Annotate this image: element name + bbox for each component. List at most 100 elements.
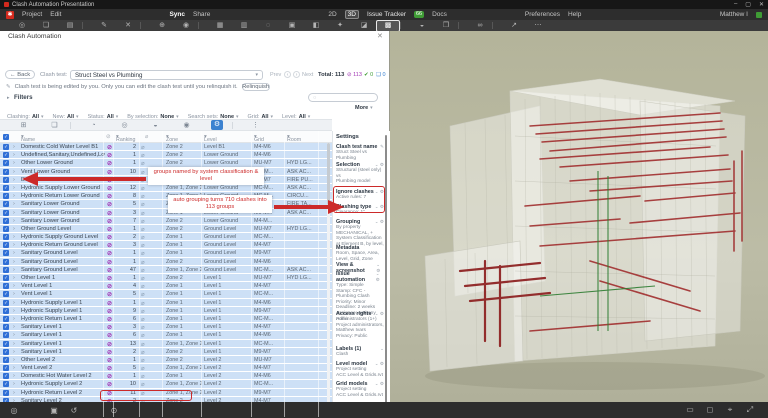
assignee-avatar-icon[interactable]: ⌀ (141, 218, 145, 225)
clash-status-icon[interactable]: ⊘ (107, 242, 112, 249)
clash-automation-icon[interactable]: ▩ (376, 20, 400, 32)
assignee-avatar-icon[interactable]: ⌀ (141, 283, 145, 290)
assignee-avatar-icon[interactable]: ⌀ (141, 373, 145, 380)
maximize-button[interactable]: ▢ (745, 1, 751, 8)
row-checkbox[interactable]: ✓ (3, 169, 9, 175)
tab-issue-tracker[interactable]: Issue Tracker (367, 11, 406, 18)
row-checkbox[interactable]: ✓ (3, 373, 9, 379)
assignee-avatar-icon[interactable]: ⌀ (141, 152, 145, 159)
row-checkbox[interactable]: ✓ (3, 193, 9, 199)
markup-icon[interactable]: ✎ (92, 21, 116, 31)
divider[interactable] (198, 22, 208, 29)
assignee-avatar-icon[interactable]: ⌀ (141, 275, 145, 282)
row-checkbox[interactable]: ✓ (3, 308, 9, 314)
row-checkbox[interactable]: ✓ (3, 349, 9, 355)
row-checkbox[interactable]: ✓ (3, 218, 9, 224)
filters-collapse-icon[interactable]: ▸ (7, 95, 10, 101)
clash-status-icon[interactable]: ⊘ (107, 365, 112, 372)
assignee-avatar-icon[interactable]: ⌀ (141, 381, 145, 388)
assignee-avatar-icon[interactable]: ⌀ (141, 316, 145, 323)
table-row[interactable]: ✓ › Sanitary Level 1 ⊘ 3 ⌀ Zone 1 Level … (0, 323, 332, 331)
assignee-avatar-icon[interactable]: ⌀ (141, 169, 145, 176)
row-checkbox[interactable]: ✓ (3, 267, 9, 273)
row-checkbox[interactable]: ✓ (3, 144, 9, 150)
assignee-avatar-icon[interactable]: ⌀ (141, 308, 145, 315)
export-report-icon[interactable]: ◎ (109, 121, 140, 129)
table-row[interactable]: ✓ › Hydronic Supply Level 2 ⊘ 10 ⌀ Zone … (0, 380, 332, 388)
assign-icon[interactable]: ◔ (78, 122, 109, 129)
row-expand-icon[interactable]: › (13, 259, 15, 265)
minimize-button[interactable]: – (734, 1, 737, 8)
row-expand-icon[interactable]: › (13, 381, 15, 387)
row-checkbox[interactable]: ✓ (3, 201, 9, 207)
table-row[interactable]: ✓ › Hydronic Supply Level 1 ⊘ 1 ⌀ Zone 1… (0, 299, 332, 307)
row-checkbox[interactable]: ✓ (3, 324, 9, 330)
table-row[interactable]: ✓ › Sanitary Ground Level ⊘ 1 ⌀ Zone 1 G… (0, 249, 332, 257)
cube-tool-icon[interactable]: ▣ (44, 406, 64, 415)
clash-status-icon[interactable]: ⊘ (107, 218, 112, 225)
sync-button[interactable]: Sync (169, 11, 185, 18)
brand-logo-icon[interactable]: ✱ (6, 11, 14, 19)
row-checkbox[interactable]: ✓ (3, 365, 9, 371)
schedule-icon[interactable]: ▥ (232, 21, 256, 31)
row-expand-icon[interactable]: › (13, 234, 15, 240)
table-row[interactable]: ✓ › Hydronic Return Lower Ground ⊘ 8 ⌀ Z… (0, 192, 332, 200)
filter-more-button[interactable]: More▾ (355, 105, 373, 111)
viewpoint-icon[interactable]: ◻ (700, 405, 720, 415)
clash-status-icon[interactable]: ⊘ (107, 324, 112, 331)
tab-2d[interactable]: 2D (328, 11, 336, 18)
divider[interactable] (82, 22, 92, 29)
walk-mode-icon[interactable]: ⊙ (104, 406, 124, 415)
menu-edit[interactable]: Edit (50, 11, 61, 18)
clash-status-icon[interactable]: ⊘ (107, 210, 112, 217)
clash-status-icon[interactable]: ⊘ (107, 275, 112, 282)
divider[interactable] (458, 22, 468, 29)
row-expand-icon[interactable]: › (13, 267, 15, 273)
assignee-avatar-icon[interactable]: ⌀ (141, 193, 145, 200)
row-checkbox[interactable]: ✓ (3, 332, 9, 338)
table-row[interactable]: ✓ › Other Ground Level ⊘ 1 ⌀ Zone 2 Grou… (0, 225, 332, 233)
row-expand-icon[interactable]: › (13, 291, 15, 297)
table-row[interactable]: ✓ › Sanitary Ground Level ⊘ 1 ⌀ Zone 2 G… (0, 258, 332, 266)
send-to-icon[interactable]: ◒ (140, 122, 171, 129)
prev-arrow-icon[interactable]: ‹ (284, 71, 291, 78)
clash-status-icon[interactable]: ⊘ (107, 234, 112, 241)
spacer[interactable] (84, 406, 104, 415)
assignee-avatar-icon[interactable]: ⌀ (141, 160, 145, 167)
search-icon[interactable]: ◌ (256, 21, 280, 31)
row-checkbox[interactable]: ✓ (3, 234, 9, 240)
row-checkbox[interactable]: ✓ (3, 177, 9, 183)
row-expand-icon[interactable]: › (13, 144, 15, 150)
clash-status-icon[interactable]: ⊘ (107, 169, 112, 176)
clash-status-icon[interactable]: ⊘ (107, 332, 112, 339)
assignee-avatar-icon[interactable]: ⌀ (141, 341, 145, 348)
menu-help[interactable]: Help (568, 11, 581, 18)
panel-close-icon[interactable]: ✕ (377, 32, 383, 40)
clash-status-icon[interactable]: ⊘ (107, 373, 112, 380)
row-expand-icon[interactable]: › (13, 275, 15, 281)
prev-button[interactable]: Prev (270, 72, 281, 78)
section-icon[interactable]: ◪ (352, 21, 376, 31)
row-expand-icon[interactable]: › (13, 160, 15, 166)
table-row[interactable]: ✓ › Undefined,Sanitary,Undefined,Lower G… (0, 151, 332, 159)
tab-3d[interactable]: 3D (345, 10, 359, 19)
edit-pencil-icon[interactable]: ✎ (380, 144, 384, 150)
clash-status-icon[interactable]: ⊘ (107, 160, 112, 167)
row-expand-icon[interactable]: › (13, 226, 15, 232)
more-options-icon[interactable]: ⋮ (240, 121, 271, 129)
measure-icon[interactable]: ▭ (680, 405, 700, 415)
table-row[interactable]: ✓ › Hydronic Supply Lower Ground ⊘ 12 ⌀ … (0, 184, 332, 192)
clash-status-icon[interactable]: ⊘ (107, 267, 112, 274)
table-row[interactable]: ✓ › Sanitary Level 1 ⊘ 13 ⌀ Zone 1, Zone… (0, 340, 332, 348)
table-row[interactable]: ✓ › Vent Level 2 ⊘ 5 ⌀ Zone 1, Zone 2 Le… (0, 364, 332, 372)
user-menu[interactable]: Matthew I (720, 11, 748, 18)
tour-icon[interactable]: ❏ (34, 21, 58, 31)
assignee-avatar-icon[interactable]: ⌀ (141, 185, 145, 192)
next-arrow-icon[interactable]: › (293, 71, 300, 78)
add-issue-icon[interactable]: ⊕ (150, 21, 174, 31)
divider[interactable] (492, 22, 502, 29)
divider[interactable] (140, 22, 150, 29)
row-checkbox[interactable]: ✓ (3, 152, 9, 158)
clash-status-icon[interactable]: ⊘ (107, 226, 112, 233)
spacer[interactable] (24, 406, 44, 415)
